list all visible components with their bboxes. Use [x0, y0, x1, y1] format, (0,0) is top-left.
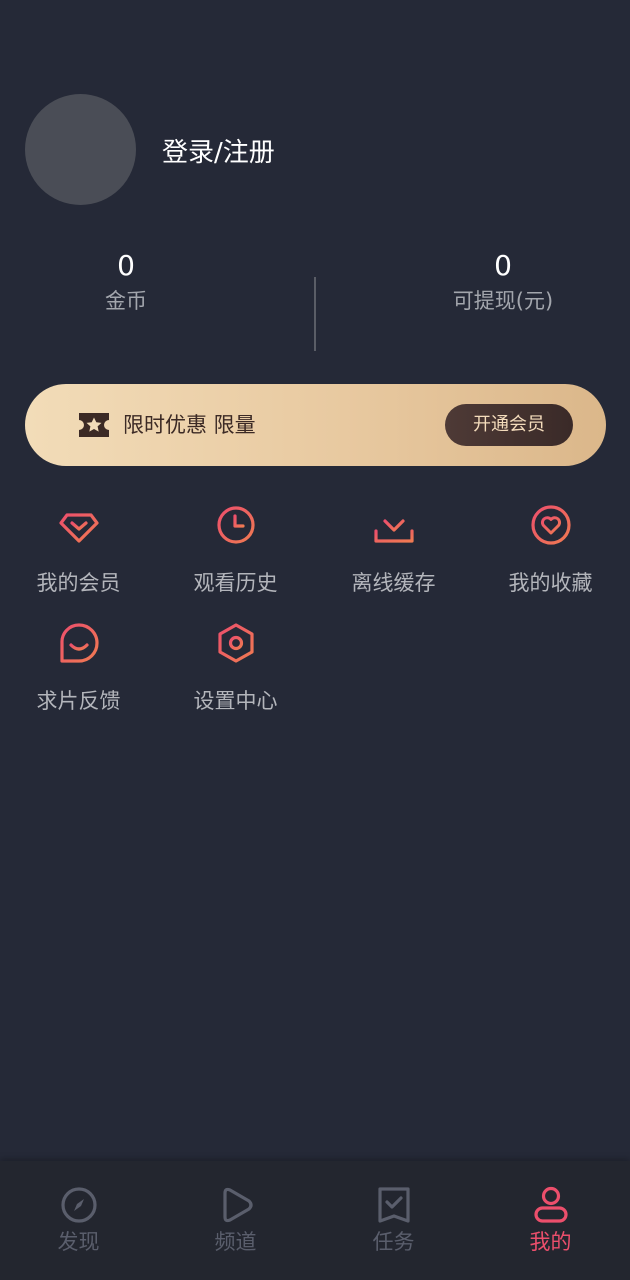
coins-label: 金币 [105, 289, 147, 313]
coins-stat[interactable]: 0 金币 [26, 248, 226, 316]
menu-item-settings[interactable]: 设置中心 [157, 621, 314, 731]
menu-label-offline-cache: 离线缓存 [351, 571, 436, 595]
menu-label-settings: 设置中心 [193, 689, 278, 713]
nav-label-channels: 频道 [214, 1230, 257, 1254]
clock-icon [216, 506, 255, 544]
profile-screen: 登录/注册 0 金币 0 可提现(元) 限时优惠 限量 开通会员 我的会员 观看… [0, 0, 630, 1280]
task-icon [377, 1187, 410, 1223]
settings-hexagon-icon [217, 623, 254, 663]
open-vip-button[interactable]: 开通会员 [445, 404, 573, 446]
menu-label-feedback: 求片反馈 [36, 689, 121, 713]
diamond-icon [58, 513, 99, 543]
bottom-nav: 发现 频道 任务 我的 [0, 1161, 630, 1280]
menu-label-membership: 我的会员 [36, 571, 121, 595]
nav-tab-discover[interactable]: 发现 [0, 1185, 157, 1257]
heart-icon [530, 505, 571, 545]
avatar[interactable] [25, 94, 136, 205]
vip-promo-text: 限时优惠 限量 [123, 413, 256, 437]
vip-promo-banner[interactable]: 限时优惠 限量 开通会员 [25, 384, 606, 466]
menu-label-history: 观看历史 [193, 571, 278, 595]
cash-stat[interactable]: 0 可提现(元) [403, 248, 603, 316]
compass-icon [60, 1187, 97, 1223]
user-icon [533, 1186, 568, 1223]
nav-label-tasks: 任务 [372, 1230, 415, 1254]
menu-item-favorites[interactable]: 我的收藏 [472, 503, 629, 613]
menu-label-favorites: 我的收藏 [508, 571, 593, 595]
chat-bubble-icon [59, 623, 99, 663]
menu-item-membership[interactable]: 我的会员 [0, 503, 157, 613]
login-register-link[interactable]: 登录/注册 [162, 136, 275, 170]
menu-item-history[interactable]: 观看历史 [157, 503, 314, 613]
play-icon [222, 1187, 253, 1223]
download-icon [373, 505, 414, 543]
stats-divider [314, 277, 316, 351]
menu-item-offline-cache[interactable]: 离线缓存 [315, 503, 472, 613]
nav-tab-channels[interactable]: 频道 [157, 1185, 314, 1257]
nav-label-discover: 发现 [57, 1230, 100, 1254]
cash-label: 可提现(元) [452, 289, 554, 313]
nav-tab-tasks[interactable]: 任务 [315, 1185, 472, 1257]
cash-value: 0 [494, 249, 512, 282]
coins-value: 0 [117, 249, 135, 282]
nav-tab-mine[interactable]: 我的 [472, 1185, 629, 1257]
nav-label-mine: 我的 [529, 1230, 572, 1254]
menu-item-feedback[interactable]: 求片反馈 [0, 621, 157, 731]
ticket-star-icon [79, 413, 109, 437]
